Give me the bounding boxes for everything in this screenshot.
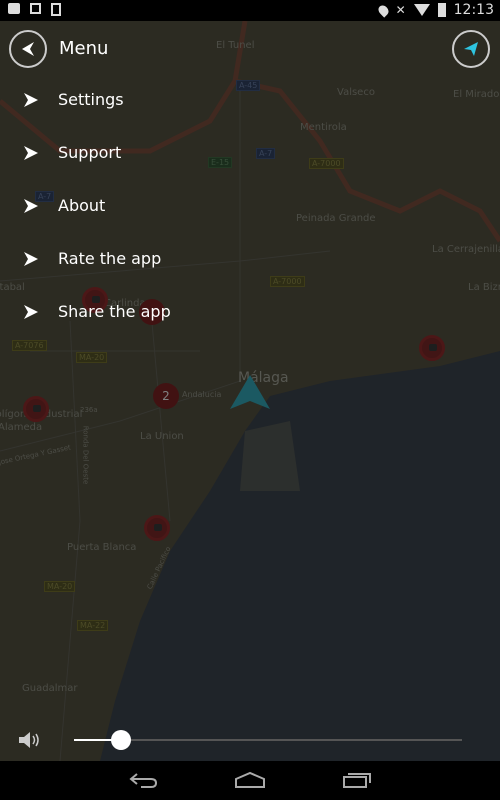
nav-back-button[interactable] bbox=[129, 771, 159, 789]
battery-icon bbox=[437, 3, 446, 17]
speaker-icon[interactable] bbox=[17, 730, 43, 750]
chevron-right-icon bbox=[24, 92, 38, 107]
menu-item-label: Support bbox=[58, 143, 122, 162]
menu-item-label: Rate the app bbox=[58, 249, 162, 268]
nav-home-button[interactable] bbox=[234, 771, 266, 789]
chevron-right-icon bbox=[24, 198, 38, 213]
menu-item-about[interactable]: About bbox=[24, 196, 105, 215]
nav-recents-button[interactable] bbox=[342, 771, 372, 789]
menu-item-rate-the-app[interactable]: Rate the app bbox=[24, 249, 161, 268]
mute-icon: ✕ bbox=[395, 3, 406, 17]
volume-slider[interactable] bbox=[74, 730, 462, 750]
page-title: Menu bbox=[59, 38, 109, 59]
alert-icon bbox=[51, 3, 61, 16]
chevron-right-icon bbox=[24, 251, 38, 266]
clock: 12:13 bbox=[453, 2, 494, 18]
location-icon bbox=[376, 2, 391, 18]
locate-button[interactable] bbox=[452, 30, 490, 68]
menu-item-support[interactable]: Support bbox=[24, 143, 121, 162]
navigation-arrow-icon bbox=[464, 42, 478, 56]
system-nav-bar bbox=[0, 761, 500, 800]
menu-item-label: Settings bbox=[58, 90, 124, 109]
menu-item-share-the-app[interactable]: Share the app bbox=[24, 302, 171, 321]
notification-icon bbox=[8, 3, 20, 14]
image-icon bbox=[30, 3, 41, 14]
menu-item-label: About bbox=[58, 196, 106, 215]
back-button[interactable] bbox=[9, 30, 47, 68]
volume-slider-thumb[interactable] bbox=[110, 730, 131, 750]
menu-overlay bbox=[0, 21, 500, 761]
volume-control bbox=[0, 720, 500, 760]
map-view[interactable]: El Tunel Valseco El Mirador Mentirola Pe… bbox=[0, 21, 500, 761]
menu-item-settings[interactable]: Settings bbox=[24, 90, 124, 109]
back-arrow-icon bbox=[22, 42, 34, 56]
wifi-icon bbox=[413, 4, 430, 16]
menu-item-label: Share the app bbox=[58, 302, 171, 321]
status-bar: ✕ 12:13 bbox=[0, 0, 500, 21]
chevron-right-icon bbox=[24, 304, 38, 319]
chevron-right-icon bbox=[24, 145, 38, 160]
